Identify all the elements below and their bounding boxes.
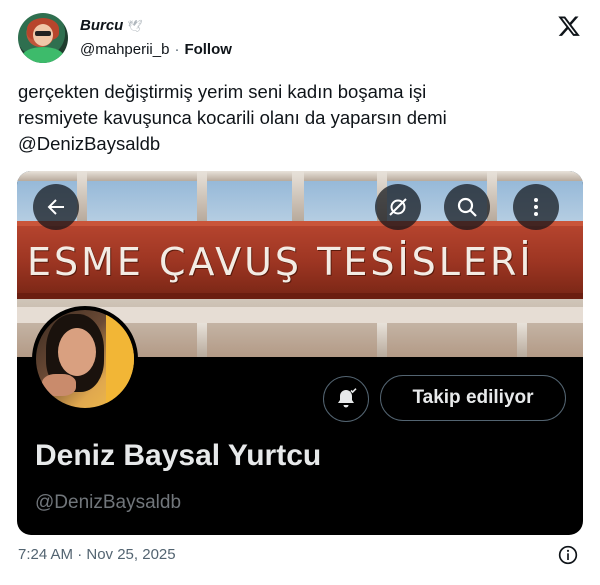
author-handle-row: @mahperii_b · Follow (80, 41, 232, 58)
more-button[interactable] (513, 184, 559, 230)
banner-beam (517, 323, 527, 357)
avatar-shirt (22, 47, 64, 63)
dove-emoji-icon: 🕊 (127, 18, 143, 33)
back-arrow-icon (47, 199, 64, 215)
banner-beam (197, 323, 207, 357)
profile-avatar-face (58, 328, 96, 376)
banner-beam (377, 323, 387, 357)
following-button[interactable]: Takip ediliyor (380, 375, 566, 421)
author-display-name[interactable]: Burcu (80, 17, 123, 34)
banner-sign-text: ESME ÇAVUŞ TESİSLERİ (27, 240, 534, 284)
profile-avatar[interactable] (32, 306, 138, 412)
banner-beam (292, 171, 304, 221)
tweet-text: gerçekten değiştirmiş yerim seni kadın b… (18, 79, 583, 157)
banner-beam (77, 171, 87, 221)
separator-dot: · (174, 41, 180, 58)
notifications-button[interactable] (323, 376, 369, 422)
info-icon[interactable] (558, 545, 578, 565)
media-screenshot[interactable]: ESME ÇAVUŞ TESİSLERİ Takip ediliyor Deni… (17, 171, 583, 535)
tweet-card: Burcu 🕊 @mahperii_b · Follow gerçekten d… (0, 0, 600, 585)
profile-display-name: Deniz Baysal Yurtcu (35, 439, 322, 472)
search-button[interactable] (444, 184, 490, 230)
bell-check-icon (338, 388, 357, 408)
profile-avatar-bg (106, 310, 134, 408)
more-icon (534, 198, 538, 216)
tweet-line-2: resmiyete kavuşunca kocarili olanı da ya… (18, 107, 447, 128)
author-avatar[interactable] (18, 13, 68, 63)
no-gps-icon (389, 198, 407, 216)
tweet-mention[interactable]: @DenizBaysaldb (18, 131, 583, 157)
location-off-button[interactable] (375, 184, 421, 230)
search-icon (457, 197, 477, 217)
tweet-line-1: gerçekten değiştirmiş yerim seni kadın b… (18, 81, 427, 102)
x-logo-icon[interactable] (557, 14, 581, 38)
banner-beam (197, 171, 207, 221)
avatar-glasses (35, 31, 51, 36)
profile-avatar-hand (42, 374, 76, 396)
author-handle[interactable]: @mahperii_b (80, 41, 169, 58)
tweet-timestamp[interactable]: 7:24 AM · Nov 25, 2025 (18, 546, 176, 563)
back-button[interactable] (33, 184, 79, 230)
author-name-row: Burcu 🕊 (80, 17, 143, 34)
banner-sign: ESME ÇAVUŞ TESİSLERİ (17, 221, 583, 299)
follow-button[interactable]: Follow (184, 41, 232, 58)
profile-handle: @DenizBaysaldb (35, 492, 182, 513)
